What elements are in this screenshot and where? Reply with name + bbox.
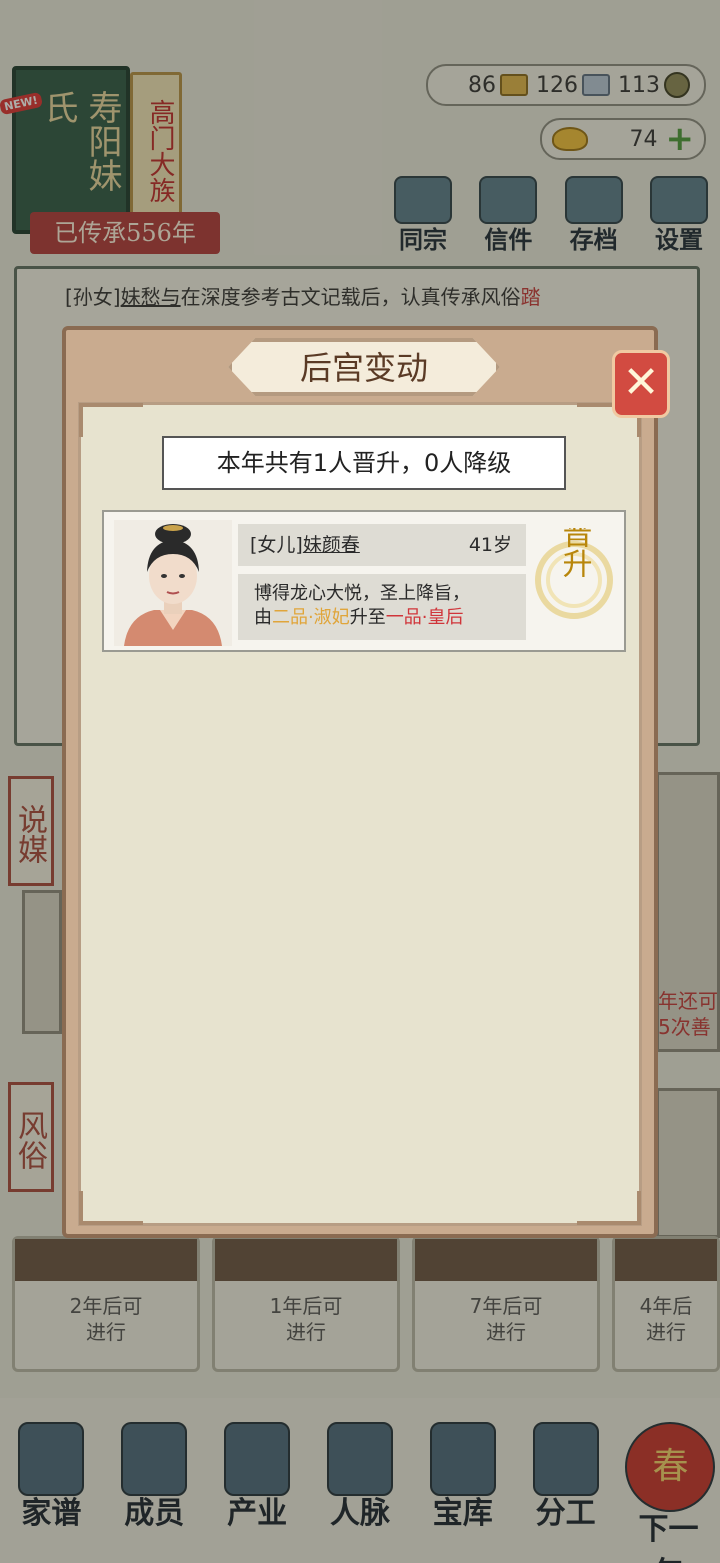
consort-age: 41岁 bbox=[468, 534, 512, 556]
consort-portrait bbox=[114, 520, 232, 646]
promotion-badge-text: 晋升 bbox=[557, 528, 592, 578]
consort-name[interactable]: 妹颜春 bbox=[303, 534, 360, 556]
frame-corner bbox=[79, 403, 143, 437]
dialog-title-plate: 后宫变动 bbox=[228, 338, 500, 396]
harem-change-dialog: 后宫变动 本年共有1人晋升，0人降级 [女儿]妹颜春 41岁 博得龙心大悦，圣上… bbox=[62, 326, 670, 1238]
promotion-badge-icon: 晋升 bbox=[535, 528, 613, 619]
consort-relation: [女儿] bbox=[250, 534, 303, 556]
promotion-desc-line2: 由二品·淑妃升至一品·皇后 bbox=[254, 606, 510, 630]
desc-mid: 升至 bbox=[349, 607, 386, 628]
dialog-title: 后宫变动 bbox=[228, 338, 500, 396]
promotion-summary: 本年共有1人晋升，0人降级 bbox=[162, 436, 566, 490]
desc-prefix: 由 bbox=[254, 607, 272, 628]
close-button[interactable]: ✕ bbox=[612, 350, 670, 418]
frame-corner bbox=[79, 1191, 143, 1225]
consort-name-row: [女儿]妹颜春 41岁 bbox=[238, 524, 526, 566]
old-rank: 二品·淑妃 bbox=[272, 607, 350, 628]
consort-record[interactable]: [女儿]妹颜春 41岁 博得龙心大悦，圣上降旨， 由二品·淑妃升至一品·皇后 晋… bbox=[102, 510, 626, 652]
new-rank: 一品·皇后 bbox=[385, 607, 464, 628]
frame-corner bbox=[577, 1191, 641, 1225]
promotion-description: 博得龙心大悦，圣上降旨， 由二品·淑妃升至一品·皇后 bbox=[238, 574, 526, 640]
promotion-desc-line1: 博得龙心大悦，圣上降旨， bbox=[254, 583, 470, 604]
